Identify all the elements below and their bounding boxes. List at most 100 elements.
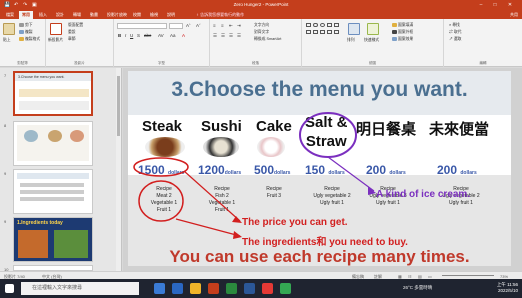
effects-icon [392,37,397,41]
bold-icon[interactable]: B [118,33,121,38]
format-painter-button[interactable]: 複製格式 [19,37,40,42]
slide-footer-text[interactable]: You can use each recipe many times. [128,247,511,266]
arrange-icon[interactable] [348,23,360,35]
paste-button[interactable]: 貼上 [3,38,11,43]
word-icon[interactable] [244,283,255,294]
font-group-label: 字型 [158,61,165,65]
slide-canvas[interactable]: 3.Choose the menu you want. Steak Sushi … [128,71,511,266]
slide-thumbnail[interactable] [13,169,93,214]
pentagon-shape-icon[interactable] [313,30,318,34]
quick-styles-button[interactable]: 快速樣式 [364,38,379,43]
font-color-icon[interactable]: A [182,33,185,38]
weather-widget[interactable]: 26°C 多雲時晴 [403,285,432,291]
tab-insert[interactable]: 插入 [36,11,50,19]
italic-icon[interactable]: I [125,33,126,38]
taskbar-clock[interactable]: 上午 11:56 2022/5/10 [497,282,518,294]
star-shape-icon[interactable] [320,30,325,34]
brace-shape-icon[interactable] [327,30,332,34]
oval-shape-icon[interactable] [320,23,325,27]
slides-group: 新投影片 版面配置 重設 章節 投影片 [46,19,114,67]
task-view-icon[interactable] [154,283,165,294]
tab-design[interactable]: 設計 [53,11,67,19]
smartart-button[interactable]: 轉換成 SmartArt [254,37,281,42]
char-spacing-icon[interactable]: AV [158,33,164,38]
shape-fill-button[interactable]: 圖案填滿 [392,23,413,28]
bullets-icon[interactable]: ≡ [213,23,216,28]
scrollbar-thumb[interactable] [117,76,120,136]
taskbar-search-input[interactable]: 在這裡輸入文字來搜尋 [21,282,139,295]
zoom-slider[interactable] [442,275,494,276]
file-explorer-icon[interactable] [190,283,201,294]
layout-button[interactable]: 版面配置 [68,23,83,28]
windows-taskbar: 在這裡輸入文字來搜尋 26°C 多雲時晴 上午 11:56 2022/5/10 [0,279,522,298]
minimize-button[interactable]: – [476,1,486,9]
tab-help[interactable]: 說明 [164,11,178,19]
excel-icon[interactable] [226,283,237,294]
rounded-rect-shape-icon[interactable] [313,23,318,27]
status-bar: 投影片 7/40 中文 (台灣) 備忘稿 註解 ▦ ☷ ▤ ▭ 73% [0,271,522,279]
numbering-icon[interactable]: ≡ [221,23,224,28]
tab-view[interactable]: 檢視 [147,11,161,19]
underline-icon[interactable]: U [130,33,133,38]
quick-styles-icon[interactable] [367,23,379,35]
tab-file[interactable]: 檔案 [3,11,17,19]
copy-button[interactable]: 複製 [19,30,33,35]
restore-button[interactable]: □ [490,1,500,9]
new-slide-icon[interactable] [50,23,62,35]
shrink-font-icon[interactable]: Aˇ [196,23,201,28]
section-button[interactable]: 章節 [68,37,76,42]
close-button[interactable]: ✕ [505,1,515,9]
triangle-shape-icon[interactable] [306,30,311,34]
tell-me-search[interactable]: ♀ 告訴我您想要執行的動作 [196,11,244,19]
shadow-icon[interactable]: S [137,33,140,38]
price-annotation[interactable]: The price you can get. [242,217,348,228]
paragraph-group-label: 段落 [252,61,259,65]
arrange-button[interactable]: 排列 [347,38,355,43]
line-shape-icon[interactable] [327,23,332,27]
edge-icon[interactable] [172,283,183,294]
align-text-button[interactable]: 對齊文字 [254,30,269,35]
align-left-icon[interactable]: ☰ [213,33,217,39]
tab-home[interactable]: 常用 [19,11,33,19]
justify-icon[interactable]: ☰ [237,33,241,39]
tab-transitions[interactable]: 轉場 [70,11,84,19]
strikethrough-icon[interactable]: abc [144,33,151,38]
reset-button[interactable]: 重設 [68,30,76,35]
text-direction-button[interactable]: 文字方向 [254,23,269,28]
window-title: Zero Hunger2 - PowerPoint [233,2,289,7]
paste-icon[interactable] [3,23,15,35]
decrease-indent-icon[interactable]: ⇤ [229,23,233,29]
line-icon[interactable] [280,283,291,294]
grow-font-icon[interactable]: Aˆ [186,23,191,28]
select-button[interactable]: ↗ 選取 [449,37,461,42]
thumbnail-number: 9 [4,219,7,224]
powerpoint-icon[interactable] [208,283,219,294]
slide-thumbnail[interactable]: 3.Choose the menu you want. [13,71,93,116]
icecream-annotation[interactable]: A kind of ice cream. [376,189,470,200]
align-center-icon[interactable]: ☰ [221,33,225,39]
callout-shape-icon[interactable] [334,30,339,34]
thumbnail-scrollbar[interactable] [116,68,121,271]
replace-button[interactable]: ⇄ 取代 [449,30,461,35]
tab-review[interactable]: 校閱 [130,11,144,19]
rectangle-shape-icon[interactable] [306,23,311,27]
find-button[interactable]: ⌕ 尋找 [449,23,460,28]
change-case-icon[interactable]: Aa [170,33,176,38]
share-button[interactable]: 共用 [510,11,518,19]
shape-effects-button[interactable]: 圖案效果 [392,37,413,42]
windows-start-icon[interactable] [5,284,14,293]
tab-slideshow[interactable]: 投影片放映 [104,11,130,19]
slide-thumbnail[interactable] [13,121,93,166]
slide-thumbnail[interactable]: 1.Ingredients today [13,217,93,262]
increase-indent-icon[interactable]: ⇥ [237,23,241,29]
align-right-icon[interactable]: ☰ [229,33,233,39]
shape-outline-button[interactable]: 圖案外框 [392,30,413,35]
new-slide-button[interactable]: 新投影片 [48,38,63,43]
tab-animations[interactable]: 動畫 [87,11,101,19]
arrow-shape-icon[interactable] [334,23,339,27]
font-size-box[interactable] [169,23,183,29]
font-name-box[interactable] [117,23,167,29]
ingredients-annotation[interactable]: The ingredients和 you need to buy. [242,233,408,248]
chrome-icon[interactable] [262,283,273,294]
cut-button[interactable]: 剪下 [19,23,33,28]
